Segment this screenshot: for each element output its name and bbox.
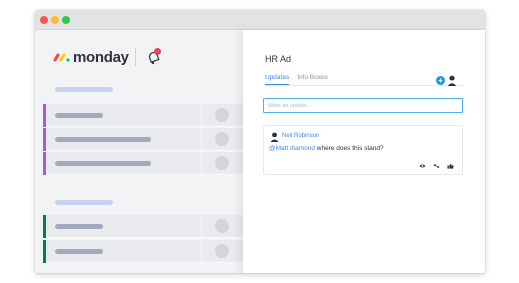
group-color-stripe: [43, 104, 46, 127]
expand-icon[interactable]: [433, 163, 440, 169]
table-row[interactable]: [43, 104, 243, 127]
person-avatar[interactable]: [215, 244, 229, 258]
update-actions: [419, 163, 454, 169]
group-color-stripe: [43, 128, 46, 151]
update-input[interactable]: [263, 98, 463, 113]
item-title: HR Ad: [265, 54, 292, 64]
user-icon[interactable]: [447, 75, 457, 86]
table-row[interactable]: [43, 152, 243, 175]
group-color-stripe: [43, 240, 46, 263]
thumbs-up-icon[interactable]: [447, 163, 454, 169]
tab-updates[interactable]: Updates: [265, 74, 290, 85]
app-window: monday HR Ad Updates Info Boxes + Write …: [35, 10, 485, 273]
table-row[interactable]: [43, 128, 243, 151]
table-row[interactable]: [43, 215, 243, 238]
group-title-2[interactable]: [55, 200, 113, 205]
update-text: where does this stand?: [314, 145, 384, 152]
group-color-stripe: [43, 152, 46, 175]
person-avatar[interactable]: [215, 219, 229, 233]
user-mention[interactable]: @Matt diamond: [269, 145, 315, 152]
item-updates-panel: HR Ad Updates Info Boxes + Neil Robinson…: [243, 30, 485, 273]
close-window-button[interactable]: [40, 16, 48, 24]
update-body: @Matt diamond where does this stand?: [269, 145, 384, 152]
column-divider: [201, 104, 202, 127]
group-color-stripe: [43, 215, 46, 238]
panel-tabs: Updates Info Boxes: [265, 74, 336, 85]
column-divider: [201, 128, 202, 151]
tab-info-boxes[interactable]: Info Boxes: [297, 74, 328, 85]
brand-name: monday: [73, 48, 129, 66]
item-name-placeholder: [55, 249, 103, 254]
monday-logo-icon: [53, 53, 70, 62]
maximize-window-button[interactable]: [62, 16, 70, 24]
group-title-1[interactable]: [55, 87, 113, 92]
brand-logo[interactable]: monday: [53, 48, 129, 66]
tabs-underline: [263, 85, 463, 86]
column-divider: [201, 215, 202, 238]
board-view: monday: [35, 30, 243, 273]
person-avatar[interactable]: [215, 108, 229, 122]
person-avatar[interactable]: [215, 156, 229, 170]
item-name-placeholder: [55, 113, 103, 118]
update-author[interactable]: Neil Robinson: [282, 133, 319, 139]
notification-badge: [154, 48, 161, 55]
column-divider: [201, 240, 202, 263]
table-row[interactable]: [43, 240, 243, 263]
item-name-placeholder: [55, 161, 151, 166]
item-name-placeholder: [55, 137, 151, 142]
plus-circle-icon[interactable]: +: [436, 76, 445, 85]
column-divider: [201, 152, 202, 175]
eye-icon[interactable]: [419, 163, 426, 169]
window-titlebar: [35, 10, 485, 30]
update-card: Neil Robinson @Matt diamond where does t…: [263, 125, 463, 175]
item-name-placeholder: [55, 224, 103, 229]
author-avatar[interactable]: [270, 132, 279, 142]
minimize-window-button[interactable]: [51, 16, 59, 24]
header-divider: [135, 48, 136, 66]
person-avatar[interactable]: [215, 132, 229, 146]
